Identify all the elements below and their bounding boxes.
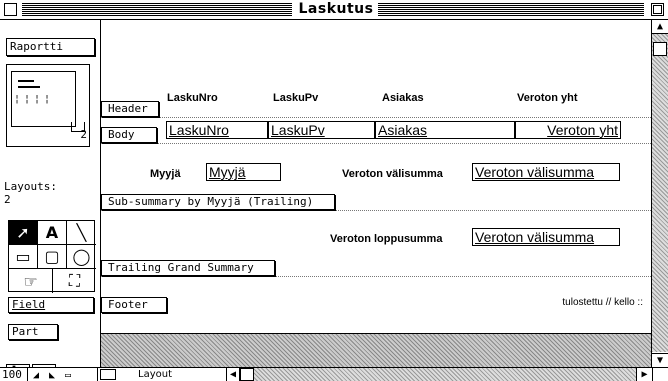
part-tab-header[interactable]: Header xyxy=(101,101,159,117)
label-veroton-loppusumma: Veroton loppusumma xyxy=(330,233,443,245)
field-button-label: Field xyxy=(12,298,46,311)
part-button-label: Part xyxy=(12,325,39,338)
field-myyja-text: Myyjä xyxy=(209,164,246,180)
title-bar-stripes xyxy=(22,3,292,16)
field-asiakas-text: Asiakas xyxy=(378,122,428,138)
field-laskupv[interactable]: LaskuPv xyxy=(268,121,375,139)
book-page: ¦¦¦¦ xyxy=(11,71,76,127)
field-laskunro-text: LaskuNro xyxy=(169,122,229,138)
book-line xyxy=(18,86,40,88)
field-popup-button[interactable]: Field xyxy=(8,297,94,313)
page-number: 2 xyxy=(80,128,87,141)
button-tool-icon[interactable]: ☞ xyxy=(9,269,53,293)
part-popup-button[interactable]: Part xyxy=(8,324,58,340)
horizontal-scroll-track[interactable] xyxy=(240,368,636,381)
body-boundary xyxy=(101,143,651,144)
scroll-up-icon[interactable]: ▲ xyxy=(652,20,668,34)
label-veroton-valisumma: Veroton välisumma xyxy=(342,168,443,180)
zoom-out-icon[interactable]: ◢ xyxy=(28,369,44,381)
field-asiakas[interactable]: Asiakas xyxy=(375,121,515,139)
zoom-controls: ◢ ◣ ▭ xyxy=(28,368,98,381)
window-title: Laskutus xyxy=(298,1,374,17)
header-label-veroton-yht: Veroton yht xyxy=(517,92,578,104)
window-title-bar[interactable]: Laskutus xyxy=(0,0,668,20)
page-view-icon[interactable]: ▭ xyxy=(60,369,76,381)
title-bar-stripes xyxy=(378,3,644,16)
field-veroton-yht[interactable]: Veroton yht xyxy=(515,121,621,139)
vertical-scrollbar[interactable]: ▲ ▼ xyxy=(651,20,668,367)
tool-palette: Raportti ¦¦¦¦ 2 Layouts: 2 ➚ A ╲ ▭ ▢ ◯ ☞… xyxy=(0,20,101,380)
header-label-laskupv: LaskuPv xyxy=(273,92,319,104)
field-veroton-loppusumma[interactable]: Veroton välisumma xyxy=(472,228,620,246)
oval-tool-icon[interactable]: ◯ xyxy=(67,245,96,269)
horizontal-scroll-thumb[interactable] xyxy=(240,368,254,381)
scroll-track[interactable] xyxy=(652,34,668,352)
book-dashes: ¦¦¦¦ xyxy=(14,94,55,105)
field-myyja[interactable]: Myyjä xyxy=(206,163,281,181)
scroll-thumb[interactable] xyxy=(653,42,667,56)
book-line xyxy=(18,80,34,82)
zoom-level[interactable]: 100 xyxy=(2,368,28,381)
text-tool-icon[interactable]: A xyxy=(38,221,67,245)
scroll-down-icon[interactable]: ▼ xyxy=(652,353,668,367)
field-veroton-valisumma[interactable]: Veroton välisumma xyxy=(472,163,620,181)
field-laskunro[interactable]: LaskuNro xyxy=(166,121,268,139)
field-laskupv-text: LaskuPv xyxy=(271,122,325,138)
mode-icon[interactable] xyxy=(100,369,116,380)
field-veroton-yht-text: Veroton yht xyxy=(547,122,618,138)
part-tab-subsummary[interactable]: Sub-summary by Myyjä (Trailing) xyxy=(101,194,335,210)
layouts-count: Layouts: 2 xyxy=(4,180,57,206)
arrow-tool-icon[interactable]: ➚ xyxy=(9,221,38,245)
drawing-tools: ➚ A ╲ ▭ ▢ ◯ ☞ ⛶ xyxy=(8,220,96,293)
scroll-right-icon[interactable]: ▶ xyxy=(636,368,652,381)
part-tab-grand-summary[interactable]: Trailing Grand Summary xyxy=(101,260,275,276)
rounded-rectangle-tool-icon[interactable]: ▢ xyxy=(38,245,67,269)
rectangle-tool-icon[interactable]: ▭ xyxy=(9,245,38,269)
scroll-left-icon[interactable]: ◀ xyxy=(226,368,240,381)
layout-book-icon[interactable]: ¦¦¦¦ 2 xyxy=(6,64,90,147)
status-bar: 100 ◢ ◣ ▭ Layout ◀ ▶ xyxy=(0,367,668,381)
header-label-asiakas: Asiakas xyxy=(382,92,424,104)
header-boundary xyxy=(101,117,651,118)
label-myyja: Myyjä xyxy=(150,168,181,180)
field-tool-icon[interactable]: ⛶ xyxy=(53,269,96,293)
part-tab-footer[interactable]: Footer xyxy=(101,297,167,313)
footer-print-stamp: tulostettu // kello :: xyxy=(562,297,643,308)
grow-box-icon[interactable] xyxy=(652,368,668,381)
layout-canvas[interactable]: LaskuNro LaskuPv Asiakas Veroton yht Hea… xyxy=(101,20,651,367)
layouts-label: Layouts: xyxy=(4,180,57,193)
close-box-icon[interactable] xyxy=(4,3,17,16)
zoom-in-icon[interactable]: ◣ xyxy=(44,369,60,381)
field-veroton-valisumma-text: Veroton välisumma xyxy=(475,164,595,180)
report-popup-button[interactable]: Raportti xyxy=(6,38,95,56)
zoom-box-icon[interactable] xyxy=(651,3,664,16)
header-label-laskunro: LaskuNro xyxy=(167,92,218,104)
mode-label[interactable]: Layout xyxy=(138,368,172,381)
subsummary-boundary xyxy=(101,210,651,211)
line-tool-icon[interactable]: ╲ xyxy=(67,221,96,245)
non-printing-area xyxy=(101,333,651,367)
field-veroton-loppusumma-text: Veroton välisumma xyxy=(475,229,595,245)
grand-summary-boundary xyxy=(101,276,651,277)
part-tab-body[interactable]: Body xyxy=(101,127,157,143)
layouts-count-value: 2 xyxy=(4,193,11,206)
